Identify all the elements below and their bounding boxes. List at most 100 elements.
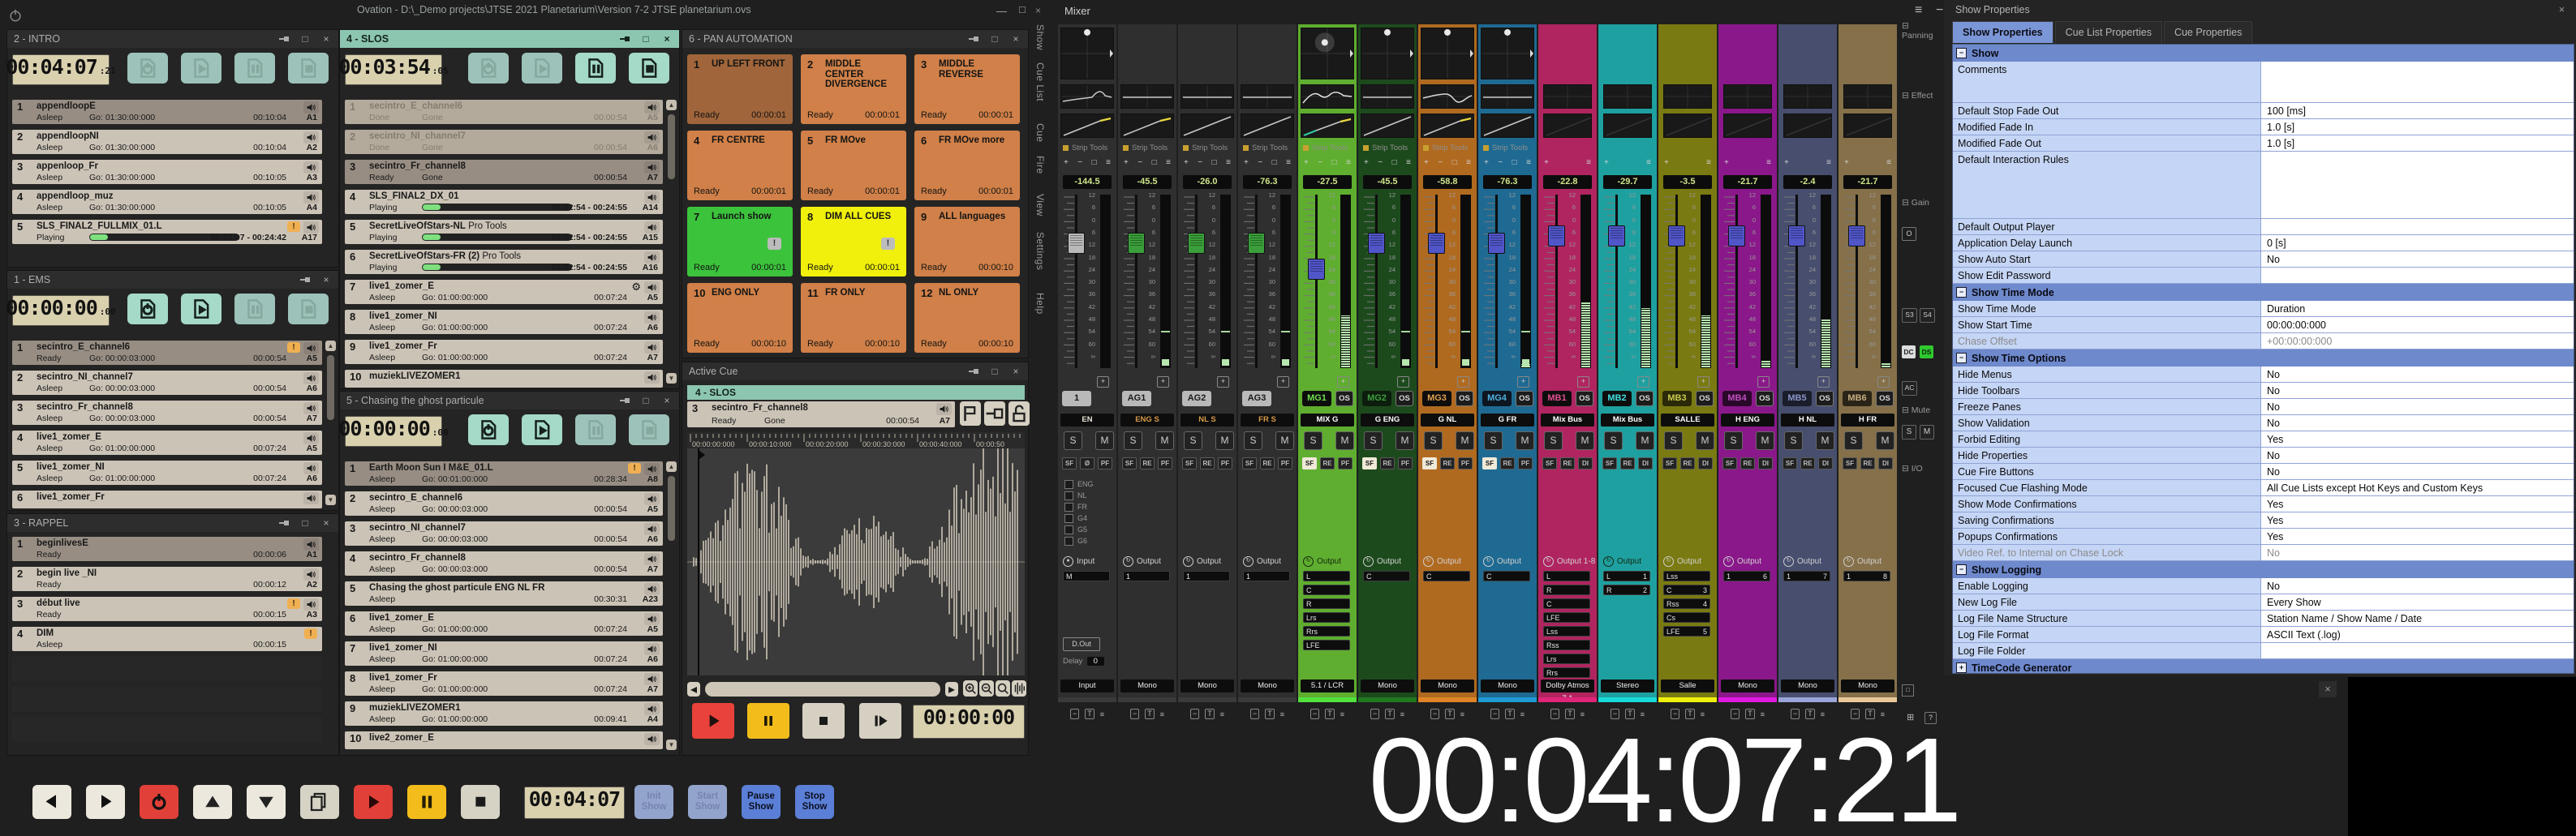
box-icon[interactable]: □ xyxy=(1272,158,1277,170)
section-header-show-time-options[interactable]: −Show Time Options xyxy=(1953,349,2574,367)
menu-icon[interactable]: ≡ xyxy=(1220,710,1224,718)
mute-button[interactable]: M xyxy=(1155,431,1174,450)
pin-icon[interactable] xyxy=(619,396,630,405)
menu-icon[interactable]: ≡ xyxy=(1160,710,1164,718)
strip-sf-button[interactable]: SF xyxy=(1602,457,1617,469)
strip-pf-button[interactable]: PF xyxy=(1458,457,1473,469)
menu-icon[interactable]: ≡ xyxy=(1286,158,1291,170)
pin-icon[interactable] xyxy=(278,34,290,44)
strip-re-button[interactable]: RE xyxy=(1860,457,1875,469)
cue-row[interactable]: 3appenloop_FrAsleepGo: 01:30:00:00000:10… xyxy=(12,160,322,184)
output-route-field[interactable]: Lrs xyxy=(1303,612,1350,623)
output-route-field[interactable]: Lss xyxy=(1663,571,1710,581)
cue-row[interactable]: 2secintro_E_channel6AsleepGo: 00:00:03:0… xyxy=(345,491,663,516)
fader-handle[interactable] xyxy=(1368,233,1385,254)
fader-track[interactable] xyxy=(1255,195,1258,368)
strip-gain-value[interactable]: -21.7 xyxy=(1843,175,1892,189)
dynamics-curve-panel[interactable] xyxy=(1180,114,1234,138)
window-titlebar-active-cue[interactable]: Active Cue□× xyxy=(682,362,1028,380)
menu-icon[interactable]: ≡ xyxy=(1346,158,1351,170)
fader-track[interactable] xyxy=(1735,195,1738,368)
mute-button[interactable]: M xyxy=(1576,431,1594,450)
property-value[interactable]: Yes xyxy=(2261,496,2574,512)
cue-row[interactable]: 4SLS_FINAL2_DX_01Playing00:02:54 - 00:24… xyxy=(345,190,663,214)
dynamics-curve-panel[interactable] xyxy=(1120,114,1174,138)
property-value[interactable]: 0 [s] xyxy=(2261,235,2574,251)
close-icon[interactable]: × xyxy=(1010,367,1021,376)
cue-row[interactable]: 1secintro_E_channel6ReadyGo: 00:00:03:00… xyxy=(12,341,322,365)
output-route-field[interactable]: 1 xyxy=(1183,571,1230,581)
property-value[interactable]: No xyxy=(2261,251,2574,267)
strip-name-label[interactable]: G NL xyxy=(1421,414,1474,427)
fader-handle[interactable] xyxy=(1188,233,1205,254)
lock-icon-button[interactable] xyxy=(1008,401,1030,426)
pan-cue-button[interactable]: 11FR ONLYReady00:00:10 xyxy=(801,283,906,353)
expand-icon[interactable]: + xyxy=(1956,662,1967,673)
add-icon[interactable]: + xyxy=(1424,158,1429,170)
window-titlebar-chasing[interactable]: 5 - Chasing the ghost particule□× xyxy=(340,392,679,409)
active-step-button[interactable] xyxy=(859,703,901,739)
cue-play-button[interactable] xyxy=(522,414,562,445)
add-icon[interactable]: + xyxy=(1184,158,1189,170)
cue-row[interactable]: 4appendloop_muzAsleepGo: 01:30:00:00000:… xyxy=(12,190,322,214)
strip-di-button[interactable]: DI xyxy=(1758,457,1773,469)
output-route-field[interactable]: LFE xyxy=(1543,612,1590,623)
strip-di-button[interactable]: DI xyxy=(1638,457,1653,469)
pin-icon[interactable] xyxy=(968,367,979,376)
strip-type-label[interactable]: Mono xyxy=(1421,680,1474,692)
strip-type-label[interactable]: Stereo xyxy=(1601,680,1654,692)
expand-plus-icon[interactable]: + xyxy=(1457,376,1469,388)
maximize-icon[interactable]: □ xyxy=(640,34,652,44)
fader-handle[interactable] xyxy=(1308,259,1325,280)
scroll-thumb[interactable] xyxy=(668,114,675,179)
cue-play-button[interactable] xyxy=(522,53,562,84)
collapse-icon[interactable]: − xyxy=(1956,353,1967,363)
property-value[interactable]: No xyxy=(2261,464,2574,479)
property-value[interactable]: Duration xyxy=(2261,301,2574,316)
output-route-field[interactable]: 1 xyxy=(1243,571,1290,581)
strip-mini-toolbar[interactable]: +≡ xyxy=(1721,158,1774,170)
fader-track[interactable] xyxy=(1495,195,1498,368)
strip-sf-button[interactable]: SF xyxy=(1242,457,1257,469)
strip-re-button[interactable]: RE xyxy=(1260,457,1275,469)
window-titlebar-intro[interactable]: 2 - INTRO□× xyxy=(7,30,338,48)
strip-sf-button[interactable]: SF xyxy=(1362,457,1377,469)
strip-tools-label[interactable]: Strip Tools xyxy=(1481,141,1534,155)
fader-track[interactable] xyxy=(1375,195,1378,368)
cue-pause-button[interactable] xyxy=(234,294,275,324)
os-button[interactable]: OS xyxy=(1636,391,1654,406)
close-icon[interactable]: × xyxy=(320,34,332,44)
group-checkbox-ENG[interactable]: ENG xyxy=(1064,478,1094,490)
window-titlebar-pan[interactable]: 6 - PAN AUTOMATION□× xyxy=(682,30,1028,48)
solo-button[interactable]: S xyxy=(1184,431,1202,450)
cue-row[interactable]: 2secintro_NI_channel7AsleepGo: 00:00:03:… xyxy=(12,371,322,395)
solo-button[interactable]: S xyxy=(1244,431,1262,450)
box-icon[interactable]: □ xyxy=(1212,158,1217,170)
group-checkbox-FR[interactable]: FR xyxy=(1064,501,1094,512)
cue-pause-button[interactable] xyxy=(575,414,616,445)
property-value[interactable] xyxy=(2261,152,2574,218)
os-button[interactable]: OS xyxy=(1456,391,1473,406)
s3-button[interactable]: S3 xyxy=(1902,308,1917,323)
cue-row[interactable]: 2begin live _NIReady00:00:12A2 xyxy=(12,567,322,591)
eq-curve-panel[interactable] xyxy=(1843,84,1892,109)
property-value[interactable] xyxy=(2261,268,2574,283)
pan-cue-button[interactable]: 6FR MOve moreReady00:00:01 xyxy=(914,131,1020,200)
transport-up-button[interactable] xyxy=(193,785,232,819)
strip-id-label[interactable]: MG1 xyxy=(1302,391,1331,406)
fader-track[interactable] xyxy=(1555,195,1558,368)
add-icon[interactable]: + xyxy=(1064,158,1069,170)
collapse-icon[interactable]: − xyxy=(1956,287,1967,298)
pin-icon[interactable] xyxy=(619,34,630,44)
mixer-menu-icon[interactable]: ≡ xyxy=(1915,3,1922,18)
active-pause-button[interactable] xyxy=(747,703,789,739)
scroll-down-arrow[interactable]: ▼ xyxy=(666,740,677,750)
cue-row[interactable]: 1Earth Moon Sun I M&E_01.LAsleepGo: 00:0… xyxy=(345,461,663,486)
eq-curve-panel[interactable] xyxy=(1180,84,1234,109)
transport-play-button[interactable] xyxy=(354,785,393,819)
output-route-field[interactable]: Cs xyxy=(1663,612,1710,623)
dynamics-curve-panel[interactable] xyxy=(1481,114,1534,138)
scroll-down-arrow[interactable]: ▼ xyxy=(325,495,336,505)
output-route-field[interactable]: C xyxy=(1423,571,1470,581)
cue-row[interactable]: 2appendloopNIAsleepGo: 01:30:00:00000:10… xyxy=(12,130,322,154)
